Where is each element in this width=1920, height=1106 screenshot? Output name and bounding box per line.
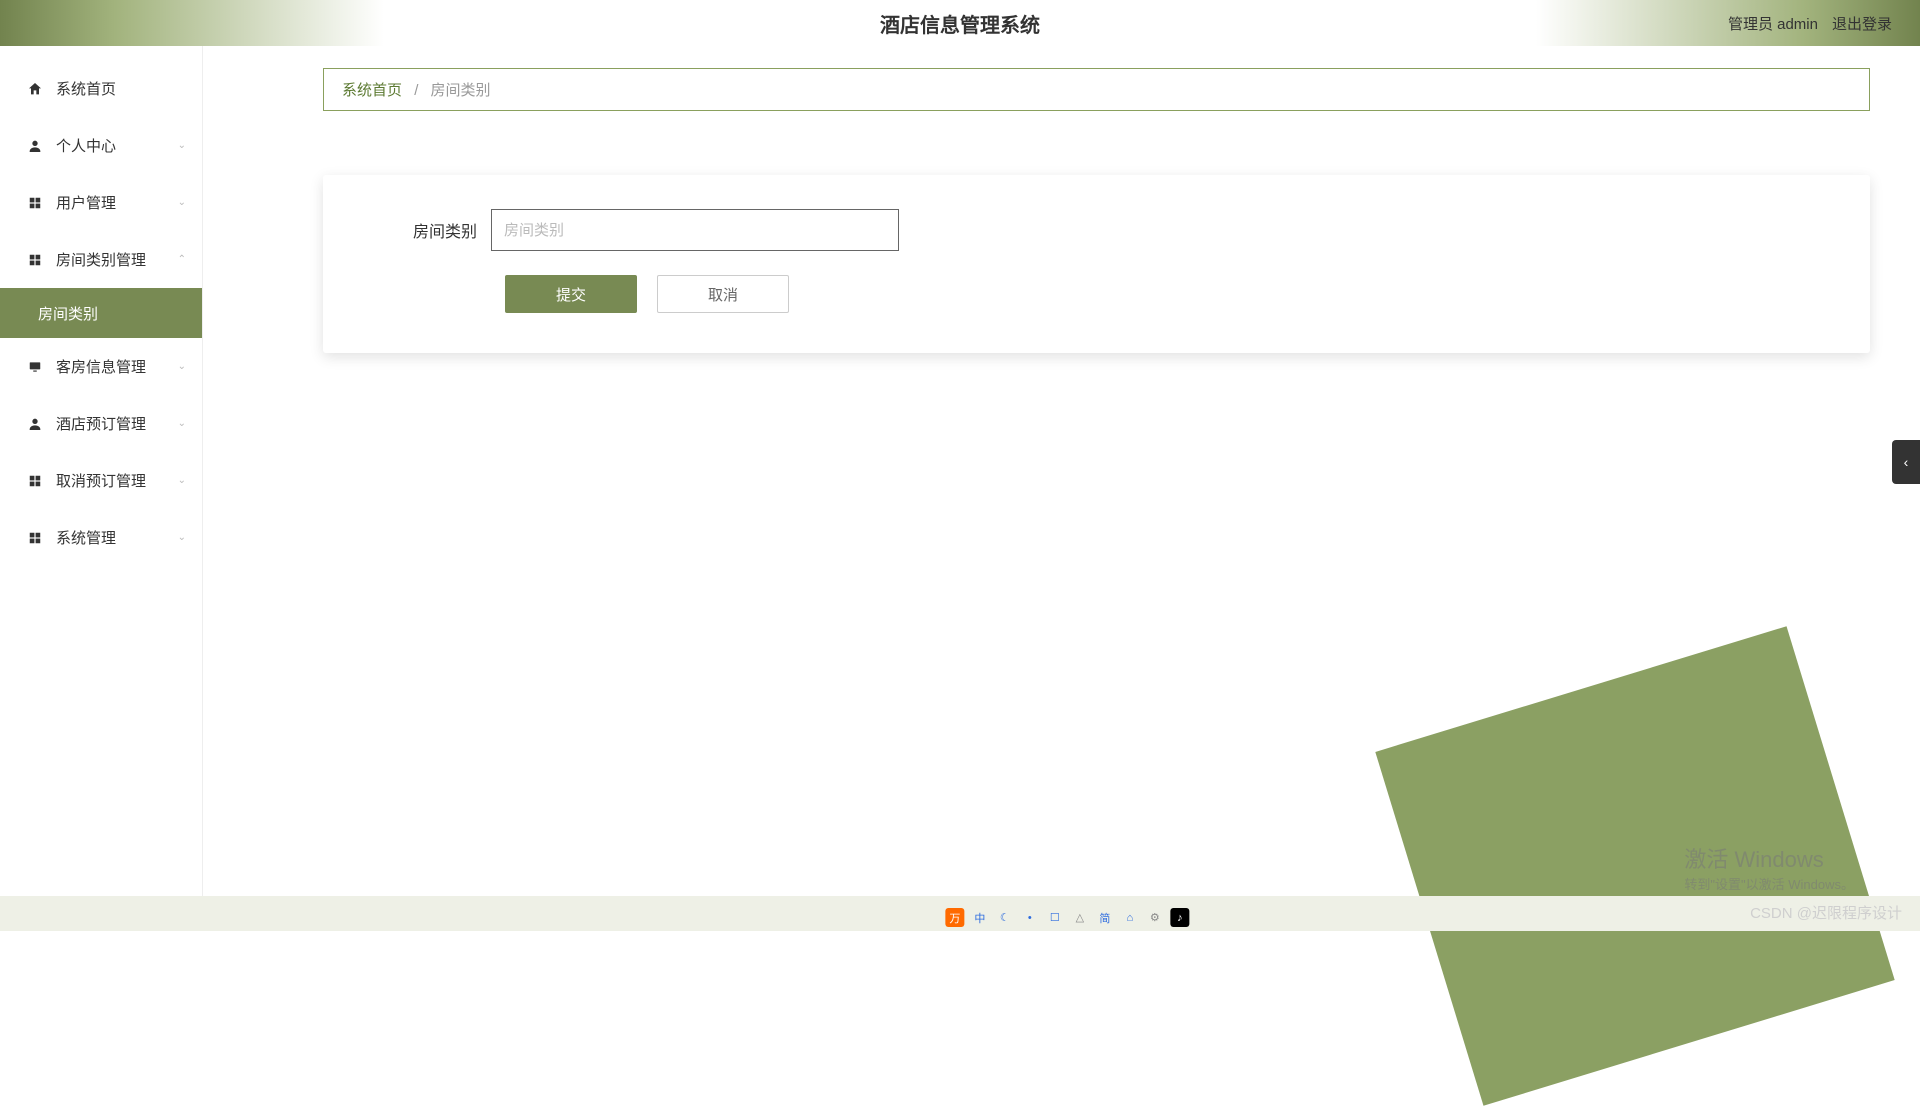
sidebar-label: 取消预订管理 [56, 470, 146, 491]
sidebar-sub-room-category[interactable]: 房间类别 [0, 288, 202, 338]
tray-icon[interactable]: 万 [945, 908, 964, 927]
breadcrumb-home[interactable]: 系统首页 [342, 82, 402, 99]
sidebar-item-cancel-booking[interactable]: 取消预订管理 ⌄ [0, 452, 202, 509]
tray-icon[interactable]: ☐ [1045, 908, 1064, 927]
form-card: 房间类别 提交 取消 [323, 175, 1870, 353]
sidebar-label: 酒店预订管理 [56, 413, 146, 434]
breadcrumb: 系统首页 / 房间类别 [323, 68, 1870, 111]
sidebar-label: 个人中心 [56, 135, 116, 156]
tray-icon[interactable]: 中 [970, 908, 989, 927]
grid-icon [26, 529, 44, 547]
app-header: 酒店信息管理系统 管理员 admin 退出登录 [0, 0, 1920, 46]
submit-button[interactable]: 提交 [505, 275, 637, 313]
chevron-down-icon: ⌄ [178, 475, 186, 486]
tray-icon[interactable]: △ [1070, 908, 1089, 927]
sidebar-item-profile[interactable]: 个人中心 ⌄ [0, 117, 202, 174]
sidebar: 系统首页 个人中心 ⌄ 用户管理 ⌄ 房间类别管理 ⌃ 房间类别 客房信息管理 … [0, 46, 203, 931]
chevron-down-icon: ⌄ [178, 361, 186, 372]
sidebar-sub-label: 房间类别 [38, 303, 98, 324]
tray-icon[interactable]: ⌂ [1120, 908, 1139, 927]
chevron-down-icon: ⌄ [178, 140, 186, 151]
sidebar-item-users[interactable]: 用户管理 ⌄ [0, 174, 202, 231]
button-row: 提交 取消 [363, 275, 1830, 313]
app-title: 酒店信息管理系统 [880, 9, 1040, 38]
sidebar-label: 用户管理 [56, 192, 116, 213]
form-row-category: 房间类别 [363, 209, 1830, 251]
sidebar-item-booking[interactable]: 酒店预订管理 ⌄ [0, 395, 202, 452]
breadcrumb-separator: / [414, 82, 418, 99]
sidebar-item-system[interactable]: 系统管理 ⌄ [0, 509, 202, 566]
sidebar-label: 客房信息管理 [56, 356, 146, 377]
breadcrumb-current: 房间类别 [431, 82, 491, 99]
grid-icon [26, 472, 44, 490]
drawer-toggle[interactable]: ‹ [1892, 440, 1920, 484]
monitor-icon [26, 358, 44, 376]
home-icon [26, 80, 44, 98]
tray-icon[interactable]: ⚙ [1145, 908, 1164, 927]
sidebar-item-room-category[interactable]: 房间类别管理 ⌃ [0, 231, 202, 288]
room-category-input[interactable] [491, 209, 899, 251]
cancel-button[interactable]: 取消 [657, 275, 789, 313]
grid-icon [26, 251, 44, 269]
sidebar-label: 房间类别管理 [56, 249, 146, 270]
chevron-down-icon: ⌄ [178, 418, 186, 429]
chevron-left-icon: ‹ [1904, 454, 1909, 470]
sidebar-item-home[interactable]: 系统首页 [0, 60, 202, 117]
tray-icon[interactable]: • [1020, 908, 1039, 927]
sidebar-label: 系统首页 [56, 78, 116, 99]
role-label[interactable]: 管理员 admin [1728, 13, 1818, 34]
ime-tray: 万 中 ☾ • ☐ △ 简 ⌂ ⚙ ♪ [945, 908, 1189, 927]
grid-icon [26, 194, 44, 212]
sidebar-label: 系统管理 [56, 527, 116, 548]
sidebar-item-room-info[interactable]: 客房信息管理 ⌄ [0, 338, 202, 395]
logout-link[interactable]: 退出登录 [1832, 13, 1892, 34]
person-icon [26, 415, 44, 433]
person-icon [26, 137, 44, 155]
tray-icon[interactable]: 简 [1095, 908, 1114, 927]
chevron-down-icon: ⌄ [178, 197, 186, 208]
tray-icon[interactable]: ☾ [995, 908, 1014, 927]
chevron-up-icon: ⌃ [178, 254, 186, 265]
tray-icon[interactable]: ♪ [1170, 908, 1189, 927]
form-label: 房间类别 [363, 218, 491, 242]
header-right: 管理员 admin 退出登录 [1728, 0, 1892, 46]
chevron-down-icon: ⌄ [178, 532, 186, 543]
